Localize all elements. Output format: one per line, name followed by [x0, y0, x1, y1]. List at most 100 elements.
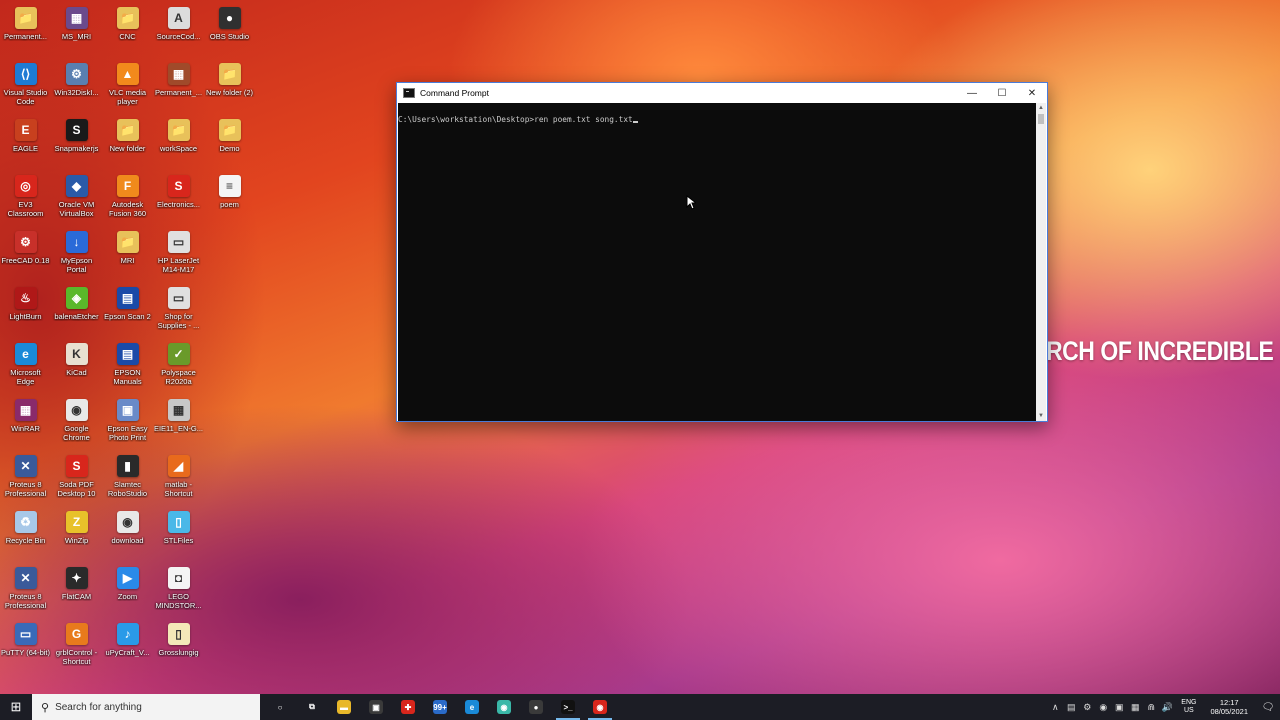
taskbar-edge-button[interactable]: e [456, 694, 488, 720]
maximize-button[interactable]: ☐ [987, 83, 1017, 103]
desktop-icon-eagle[interactable]: E EAGLE [0, 114, 51, 170]
desktop-icon-zoom[interactable]: ▶ Zoom [102, 562, 153, 618]
vertical-scrollbar[interactable]: ▲ ▼ [1036, 103, 1046, 421]
desktop-icon-visual-studio-code[interactable]: ⟨⟩ Visual Studio Code [0, 58, 51, 114]
taskbar-search-box[interactable]: ⚲ Search for anything [32, 694, 260, 720]
desktop-icon-label: grblControl - Shortcut [55, 648, 98, 666]
desktop-icon-grblcontrol-shortcut[interactable]: GgrblControl - Shortcut [51, 618, 102, 674]
winrar-icon: ▦ [14, 399, 37, 421]
desktop-icon-kicad[interactable]: K KiCad [51, 338, 102, 394]
taskbar-obs-button[interactable]: ● [520, 694, 552, 720]
desktop-icon-obs-studio[interactable]: ● OBS Studio [204, 2, 255, 58]
desktop-icon-snapmakerjs[interactable]: S Snapmakerjs [51, 114, 102, 170]
desktop-icon-epson-scan-2[interactable]: ▤ Epson Scan 2 [102, 282, 153, 338]
desktop-icon-lego-mindstor[interactable]: ◘ LEGO MINDSTOR... [153, 562, 204, 618]
window-titlebar[interactable]: Command Prompt — ☐ ✕ [397, 83, 1047, 103]
taskbar-mail-99-button[interactable]: 99+ [424, 694, 456, 720]
desktop-icon-google-chrome[interactable]: ◉ Google Chrome [51, 394, 102, 450]
desktop-icon-workspace[interactable]: 📁 workSpace [153, 114, 204, 170]
scroll-thumb[interactable] [1038, 114, 1044, 124]
desktop-icon-grosslungig[interactable]: ▯ Grosslungig [153, 618, 204, 674]
desktop-icon-label: EV3 Classroom [7, 200, 44, 218]
taskbar-browser-green-button[interactable]: ◉ [488, 694, 520, 720]
desktop-icon-label: EAGLE [12, 144, 38, 153]
tray-icon-2[interactable]: ◉ [1095, 702, 1111, 713]
taskbar-file-explorer-button[interactable]: ▬ [328, 694, 360, 720]
scroll-down-arrow-icon[interactable]: ▼ [1036, 411, 1046, 421]
desktop-icon-putty-64-bit[interactable]: ▭ PuTTY (64-bit) [0, 618, 51, 674]
upycraft-v-icon: ♪ [116, 623, 139, 645]
desktop-icon-hp-laserjet-m14-m17[interactable]: ▭ HP LaserJet M14-M17 [153, 226, 204, 282]
desktop-icon-eie11-en-g[interactable]: ▦ EIE11_EN-G... [153, 394, 204, 450]
desktop-icon-new-folder-2[interactable]: 📁 New folder (2) [204, 58, 255, 114]
slamtec-robostudio-icon: ▮ [116, 455, 139, 477]
command-text: C:\Users\workstation\Desktop>ren poem.tx… [398, 115, 633, 124]
desktop-icon-microsoft-edge[interactable]: e Microsoft Edge [0, 338, 51, 394]
desktop-icon-demo[interactable]: 📁 Demo [204, 114, 255, 170]
desktop-icon-freecad-0-18[interactable]: ⚙ FreeCAD 0.18 [0, 226, 51, 282]
start-button[interactable]: ⊞ [0, 694, 32, 720]
tray-overflow-chevron-icon[interactable]: ∧ [1047, 702, 1063, 713]
desktop-icon-sourcecod[interactable]: A SourceCod... [153, 2, 204, 58]
desktop-icon-empty [204, 282, 255, 338]
desktop-icon-matlab-shortcut[interactable]: ◢ matlab - Shortcut [153, 450, 204, 506]
desktop-icon-vlc-media-player[interactable]: ▲ VLC media player [102, 58, 153, 114]
tray-icon-4[interactable]: ▦ [1127, 702, 1143, 713]
console-area[interactable]: C:\Users\workstation\Desktop>ren poem.tx… [398, 103, 1036, 421]
desktop-icon-ev3-classroom[interactable]: ◎ EV3 Classroom [0, 170, 51, 226]
desktop-icon-download[interactable]: ◉ download [102, 506, 153, 562]
tray-icon-0[interactable]: ▤ [1063, 702, 1079, 713]
desktop-icon-shop-for-supplies[interactable]: ▭ Shop for Supplies - ... [153, 282, 204, 338]
vlc-media-player-icon: ▲ [116, 63, 139, 85]
language-indicator[interactable]: ENG US [1181, 699, 1196, 715]
desktop-icon-lightburn[interactable]: ♨ LightBurn [0, 282, 51, 338]
tray-icon-6[interactable]: 🔊 [1159, 702, 1175, 713]
search-icon: ⚲ [41, 701, 50, 714]
desktop-icon-autodesk-fusion-360[interactable]: F Autodesk Fusion 360 [102, 170, 153, 226]
obs-icon: ● [529, 700, 543, 714]
desktop-icon-electronics[interactable]: S Electronics... [153, 170, 204, 226]
desktop-icon-winrar[interactable]: ▦ WinRAR [0, 394, 51, 450]
desktop-icon-mri[interactable]: 📁 MRI [102, 226, 153, 282]
desktop-icon-label: WinRAR [11, 424, 40, 433]
clock[interactable]: 12:17 08/05/2021 [1210, 698, 1248, 716]
taskbar-gift-button[interactable]: ✚ [392, 694, 424, 720]
desktop-icon-poem[interactable]: ≡ poem [204, 170, 255, 226]
desktop-icon-ms-mri[interactable]: ▦ MS_MRI [51, 2, 102, 58]
tray-icon-5[interactable]: ⋒ [1143, 702, 1159, 713]
desktop-icon-new-folder[interactable]: 📁 New folder [102, 114, 153, 170]
taskbar-store-button[interactable]: ▣ [360, 694, 392, 720]
minimize-button[interactable]: — [957, 83, 987, 103]
desktop-icon-epson-easy-photo-print[interactable]: ▣ Epson Easy Photo Print [102, 394, 153, 450]
desktop-icon-slamtec-robostudio[interactable]: ▮ Slamtec RoboStudio [102, 450, 153, 506]
desktop-icon-oracle-vm-virtualbox[interactable]: ◆ Oracle VM VirtualBox [51, 170, 102, 226]
command-prompt-window[interactable]: Command Prompt — ☐ ✕ C:\Users\workstatio… [396, 82, 1048, 422]
desktop-icon-permanent[interactable]: 📁 Permanent... [0, 2, 51, 58]
taskbar-task-view-button[interactable]: ⧉ [296, 694, 328, 720]
desktop-icon-balenaetcher[interactable]: ◈ balenaEtcher [51, 282, 102, 338]
desktop-icon-soda-pdf-desktop-10[interactable]: S Soda PDF Desktop 10 [51, 450, 102, 506]
desktop-icon-polyspace-r2020a[interactable]: ✓ Polyspace R2020a [153, 338, 204, 394]
desktop-icon-proteus-8-professional[interactable]: ✕ Proteus 8 Professional [0, 562, 51, 618]
desktop-icon-recycle-bin[interactable]: ♻ Recycle Bin [0, 506, 51, 562]
notification-center-icon[interactable]: 🗨 [1256, 702, 1280, 713]
taskbar-command-prompt-button[interactable]: >_ [552, 694, 584, 720]
desktop-icon-epson-manuals[interactable]: ▤ EPSON Manuals [102, 338, 153, 394]
desktop-icon-proteus-8-professional[interactable]: ✕ Proteus 8 Professional [0, 450, 51, 506]
electronics-icon: S [167, 175, 190, 197]
balenaetcher-icon: ◈ [65, 287, 88, 309]
desktop-icon-stlfiles[interactable]: ▯ STLFiles [153, 506, 204, 562]
desktop-icon-winzip[interactable]: Z WinZip [51, 506, 102, 562]
close-button[interactable]: ✕ [1017, 83, 1047, 103]
desktop-icon-flatcam[interactable]: ✦ FlatCAM [51, 562, 102, 618]
scroll-up-arrow-icon[interactable]: ▲ [1036, 103, 1046, 113]
tray-icon-1[interactable]: ⚙ [1079, 702, 1095, 713]
desktop-icon-permanent[interactable]: ▦ Permanent_... [153, 58, 204, 114]
taskbar-chrome-button[interactable]: ◉ [584, 694, 616, 720]
desktop-icon-myepson-portal[interactable]: ↓ MyEpson Portal [51, 226, 102, 282]
taskbar-cortana-button[interactable]: ○ [264, 694, 296, 720]
desktop-icon-upycraft-v[interactable]: ♪ uPyCraft_V... [102, 618, 153, 674]
desktop-icon-cnc[interactable]: 📁 CNC [102, 2, 153, 58]
desktop-icon-win32diski[interactable]: ⚙ Win32DiskI... [51, 58, 102, 114]
tray-icon-3[interactable]: ▣ [1111, 702, 1127, 713]
